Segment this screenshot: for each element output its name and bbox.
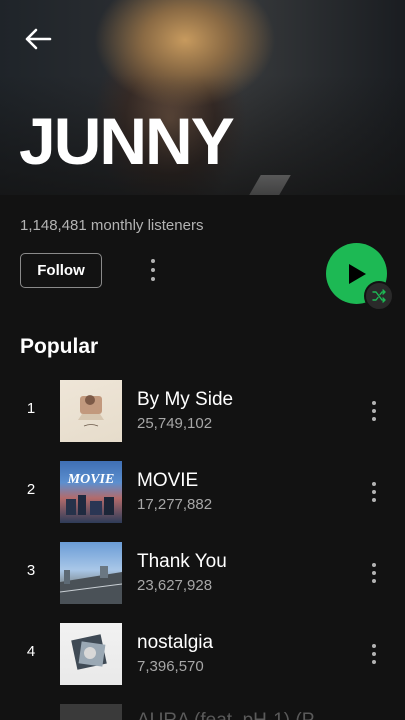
album-art <box>60 623 122 685</box>
track-row[interactable]: 4 nostalgia 7,396,570 <box>0 623 405 685</box>
album-art <box>60 380 122 442</box>
track-plays: 23,627,928 <box>137 577 213 594</box>
follow-button[interactable]: Follow <box>20 253 102 288</box>
track-rank: 1 <box>26 400 36 417</box>
shuffle-icon <box>372 289 386 303</box>
track-row[interactable]: 1 By My Side 25,749,102 <box>0 380 405 442</box>
track-more-options-button[interactable] <box>362 558 386 588</box>
more-vertical-icon <box>372 482 376 502</box>
svg-text:MOVIE: MOVIE <box>67 472 115 487</box>
back-button[interactable] <box>18 22 58 56</box>
track-title: AURA (feat. pH-1) (P <box>137 710 314 720</box>
popular-section-title: Popular <box>20 335 99 358</box>
track-title: By My Side <box>137 389 234 410</box>
track-plays: 17,277,882 <box>137 496 213 513</box>
track-row[interactable]: 2 MOVIE MOVIE 17,277,882 <box>0 461 405 523</box>
play-icon <box>348 263 366 284</box>
track-rank: 2 <box>26 481 36 498</box>
header-image-detail <box>249 175 291 195</box>
album-art: MOVIE <box>60 461 122 523</box>
monthly-listeners: 1,148,481 monthly listeners <box>20 217 204 234</box>
track-rank: 3 <box>26 562 36 579</box>
more-vertical-icon <box>372 644 376 664</box>
track-more-options-button[interactable] <box>362 639 386 669</box>
track-more-options-button[interactable] <box>362 396 386 426</box>
more-vertical-icon <box>372 563 376 583</box>
track-row[interactable]: AURA (feat. pH-1) (P <box>0 700 405 720</box>
back-arrow-icon <box>25 28 52 50</box>
album-art <box>60 542 122 604</box>
track-plays: 25,749,102 <box>137 415 213 432</box>
track-title: nostalgia <box>137 632 214 653</box>
track-title: MOVIE <box>137 470 199 491</box>
more-vertical-icon <box>151 259 155 281</box>
artist-more-options-button[interactable] <box>140 255 166 285</box>
track-plays: 7,396,570 <box>137 658 204 675</box>
shuffle-button[interactable] <box>364 281 394 311</box>
artist-name: JUNNY <box>19 104 235 178</box>
track-title: Thank You <box>137 551 227 572</box>
more-vertical-icon <box>372 401 376 421</box>
album-art <box>60 704 122 720</box>
track-row[interactable]: 3 Thank You 23,627,928 <box>0 542 405 604</box>
track-rank: 4 <box>26 643 36 660</box>
track-more-options-button[interactable] <box>362 477 386 507</box>
